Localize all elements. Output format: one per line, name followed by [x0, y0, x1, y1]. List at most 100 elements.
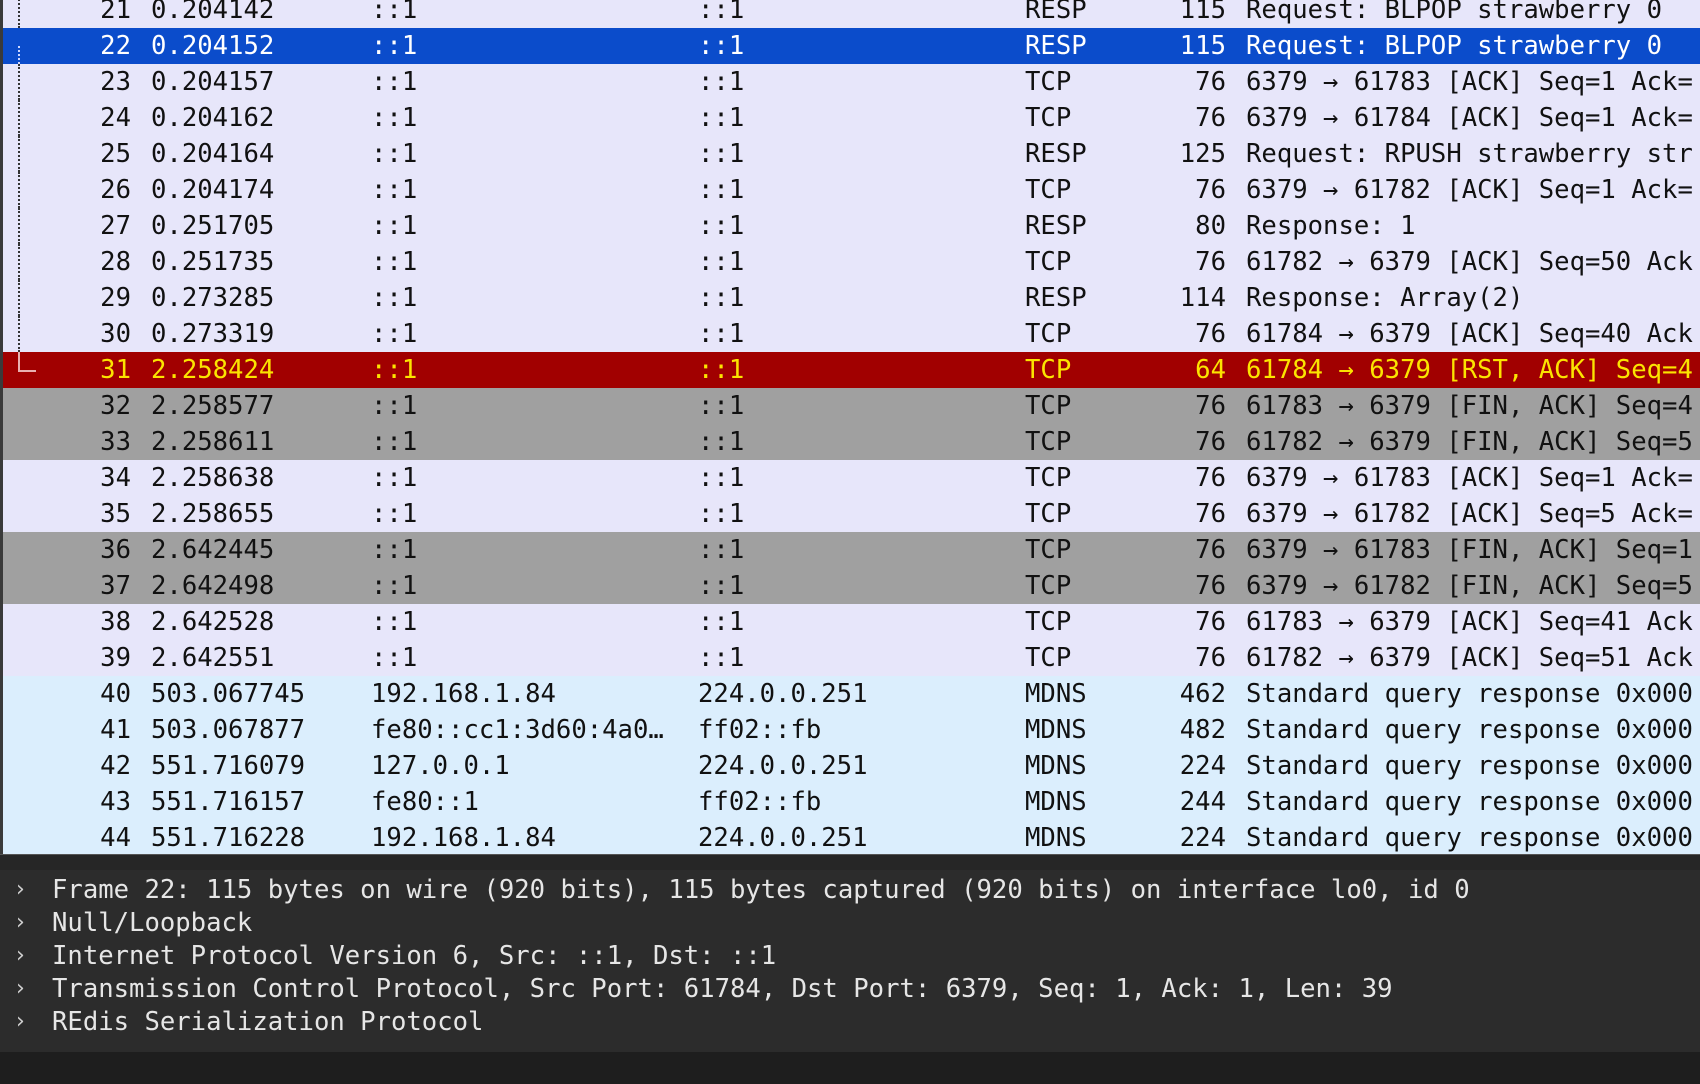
packet-number: 33: [100, 427, 131, 457]
packet-row[interactable]: 36 2.642445::1::1 TCP 76 6379 → 61783 [FIN, …: [0, 532, 1700, 568]
packet-protocol: TCP: [1025, 247, 1072, 277]
chevron-right-icon[interactable]: ›: [16, 971, 25, 1007]
packet-protocol: TCP: [1025, 175, 1072, 205]
packet-number: 22: [100, 31, 131, 61]
packet-row[interactable]: 33 2.258611::1::1 TCP 76 61782 → 6379 [FIN, …: [0, 424, 1700, 460]
packet-list[interactable]: 21 0.204142::1::1 RESP 115 Request: BLPOP st…: [0, 0, 1700, 854]
packet-destination: ::1: [698, 0, 745, 25]
packet-row[interactable]: 40 503.067745 192.168.1.84 224.0.0.251 MDNS 4…: [0, 676, 1700, 712]
packet-source: ::1: [371, 67, 418, 97]
detail-tree-label: Null/Loopback: [52, 908, 253, 938]
packet-length: 482: [1179, 715, 1226, 745]
packet-destination: ::1: [698, 571, 745, 601]
packet-length: 244: [1179, 787, 1226, 817]
packet-time: 503.067877: [151, 715, 306, 745]
packet-info: Request: BLPOP strawberry 0: [1246, 31, 1663, 61]
packet-time: 0.204157: [151, 67, 275, 97]
packet-info: Standard query response 0x000: [1246, 751, 1693, 781]
packet-row[interactable]: 27 0.251705::1::1 RESP 80 Response: 1: [0, 208, 1700, 244]
conversation-line: [18, 46, 20, 64]
packet-source: fe80::cc1:3d60:4a0…: [371, 715, 664, 745]
packet-row[interactable]: 23 0.204157::1::1 TCP 76 6379 → 61783 [ACK] …: [0, 64, 1700, 100]
packet-row[interactable]: 25 0.204164::1::1 RESP 125 Request: RPUSH st…: [0, 136, 1700, 172]
packet-destination: ::1: [698, 319, 745, 349]
packet-row[interactable]: 39 2.642551::1::1 TCP 76 61782 → 6379 [ACK] …: [0, 640, 1700, 676]
chevron-right-icon[interactable]: ›: [16, 1004, 25, 1040]
detail-tree-item[interactable]: › Frame 22: 115 bytes on wire (920 bits),…: [0, 872, 1700, 908]
packet-time: 503.067745: [151, 679, 306, 709]
packet-destination: ::1: [698, 247, 745, 277]
packet-details-pane: › Frame 22: 115 bytes on wire (920 bits),…: [0, 870, 1700, 1084]
packet-info: 6379 → 61784 [ACK] Seq=1 Ack=: [1246, 103, 1693, 133]
packet-destination: ff02::fb: [698, 715, 822, 745]
packet-row[interactable]: 28 0.251735::1::1 TCP 76 61782 → 6379 [ACK] …: [0, 244, 1700, 280]
packet-row[interactable]: 26 0.204174::1::1 TCP 76 6379 → 61782 [ACK] …: [0, 172, 1700, 208]
detail-tree-label: Internet Protocol Version 6, Src: ::1, D…: [52, 941, 777, 971]
packet-source: ::1: [371, 391, 418, 421]
packet-protocol: TCP: [1025, 571, 1072, 601]
packet-destination: ::1: [698, 283, 745, 313]
packet-length: 76: [1195, 391, 1226, 421]
packet-number: 29: [100, 283, 131, 313]
packet-row[interactable]: 38 2.642528::1::1 TCP 76 61783 → 6379 [ACK] …: [0, 604, 1700, 640]
packet-destination: ::1: [698, 391, 745, 421]
packet-source: ::1: [371, 499, 418, 529]
detail-tree-label: REdis Serialization Protocol: [52, 1007, 484, 1037]
packet-length: 76: [1195, 499, 1226, 529]
packet-length: 125: [1179, 139, 1226, 169]
chevron-right-icon[interactable]: ›: [16, 905, 25, 941]
packet-row[interactable]: 30 0.273319::1::1 TCP 76 61784 → 6379 [ACK] …: [0, 316, 1700, 352]
packet-row[interactable]: 42 551.716079 127.0.0.1 224.0.0.251 MDNS 224 S…: [0, 748, 1700, 784]
detail-tree-item[interactable]: › Internet Protocol Version 6, Src: ::1, …: [0, 938, 1700, 974]
pane-splitter[interactable]: [0, 854, 1700, 870]
packet-protocol: MDNS: [1025, 751, 1087, 781]
packet-row[interactable]: 24 0.204162::1::1 TCP 76 6379 → 61784 [ACK] …: [0, 100, 1700, 136]
detail-tree-item[interactable]: › Null/Loopback: [0, 905, 1700, 941]
packet-row[interactable]: 44 551.716228 192.168.1.84 224.0.0.251 MDNS 2…: [0, 820, 1700, 854]
packet-source: ::1: [371, 643, 418, 673]
packet-row[interactable]: 41 503.067877 fe80::cc1:3d60:4a0… ff02::fb M…: [0, 712, 1700, 748]
packet-row[interactable]: 43 551.716157 fe80::1 ff02::fb MDNS 244 Standa…: [0, 784, 1700, 820]
packet-time: 2.642445: [151, 535, 275, 565]
packet-time: 2.642551: [151, 643, 275, 673]
packet-info: Standard query response 0x000: [1246, 679, 1693, 709]
packet-source: ::1: [371, 463, 418, 493]
packet-info: Request: BLPOP strawberry 0: [1246, 0, 1663, 25]
packet-info: 61784 → 6379 [RST, ACK] Seq=4: [1246, 355, 1693, 385]
conversation-line: [18, 136, 20, 172]
packet-destination: ::1: [698, 103, 745, 133]
packet-row[interactable]: 22 0.204152::1::1 RESP 115 Request: BLPOP st…: [0, 28, 1700, 64]
packet-row[interactable]: 32 2.258577::1::1 TCP 76 61783 → 6379 [FIN, …: [0, 388, 1700, 424]
packet-row[interactable]: 34 2.258638::1::1 TCP 76 6379 → 61783 [ACK] …: [0, 460, 1700, 496]
packet-info: 6379 → 61783 [FIN, ACK] Seq=1: [1246, 535, 1693, 565]
packet-row[interactable]: 21 0.204142::1::1 RESP 115 Request: BLPOP st…: [0, 0, 1700, 28]
detail-tree-item[interactable]: › REdis Serialization Protocol: [0, 1004, 1700, 1040]
packet-length: 462: [1179, 679, 1226, 709]
packet-row[interactable]: 31 2.258424::1::1 TCP 64 61784 → 6379 [RST, …: [0, 352, 1700, 388]
conversation-line: [18, 316, 20, 352]
packet-destination: ::1: [698, 643, 745, 673]
packet-row[interactable]: 37 2.642498::1::1 TCP 76 6379 → 61782 [FIN, …: [0, 568, 1700, 604]
packet-protocol: TCP: [1025, 355, 1072, 385]
packet-length: 115: [1179, 0, 1226, 25]
detail-tree-item[interactable]: › Transmission Control Protocol, Src Port…: [0, 971, 1700, 1007]
packet-protocol: TCP: [1025, 427, 1072, 457]
packet-number: 37: [100, 571, 131, 601]
packet-row[interactable]: 29 0.273285::1::1 RESP 114 Response: Array(2…: [0, 280, 1700, 316]
packet-protocol: RESP: [1025, 283, 1087, 313]
packet-time: 2.258577: [151, 391, 275, 421]
packet-protocol: MDNS: [1025, 679, 1087, 709]
packet-protocol: RESP: [1025, 211, 1087, 241]
conversation-line: [18, 280, 20, 316]
packet-length: 76: [1195, 247, 1226, 277]
packet-destination: 224.0.0.251: [698, 751, 868, 781]
packet-info: 6379 → 61783 [ACK] Seq=1 Ack=: [1246, 67, 1693, 97]
packet-source: ::1: [371, 283, 418, 313]
packet-info: 61782 → 6379 [FIN, ACK] Seq=5: [1246, 427, 1693, 457]
chevron-right-icon[interactable]: ›: [16, 872, 25, 908]
packet-destination: ::1: [698, 499, 745, 529]
packet-info: Standard query response 0x000: [1246, 823, 1693, 853]
packet-row[interactable]: 35 2.258655::1::1 TCP 76 6379 → 61782 [ACK] …: [0, 496, 1700, 532]
chevron-right-icon[interactable]: ›: [16, 938, 25, 974]
packet-time: 0.204142: [151, 0, 275, 25]
